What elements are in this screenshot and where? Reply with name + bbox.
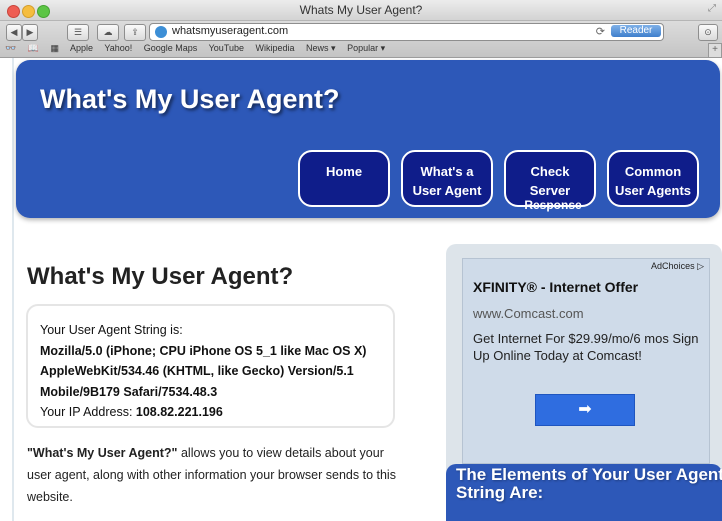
window-titlebar: Whats My User Agent? ⤢	[0, 0, 722, 21]
site-header: What's My User Agent? Home What's a User…	[16, 60, 720, 218]
user-agent-box: Your User Agent String is: Mozilla/5.0 (…	[26, 304, 395, 428]
bookmark-item[interactable]: News ▾	[306, 43, 336, 53]
ad-text: Get Internet For $29.99/mo/6 mos Sign Up…	[473, 331, 699, 363]
elements-heading: The Elements of Your User Agent String A…	[456, 465, 722, 502]
bookmark-item[interactable]: Google Maps	[144, 43, 198, 53]
bookmarks-book-icon[interactable]: 📖	[28, 43, 39, 53]
ip-value: 108.82.221.196	[135, 405, 223, 419]
right-sidebar: AdChoices ▷ XFINITY® - Internet Offer ww…	[446, 244, 722, 521]
ua-string-line: AppleWebKit/534.46 (KHTML, like Gecko) V…	[40, 364, 354, 378]
web-page: What's My User Agent? Home What's a User…	[0, 58, 722, 521]
browser-toolbar: ◀ ▶ ☰ ☁ ⇪ whatsmyuseragent.com ⟳ Reader …	[0, 21, 722, 58]
fullscreen-icon[interactable]: ⤢	[708, 3, 716, 14]
nav-label: Check	[530, 164, 570, 179]
reader-button[interactable]: Reader	[611, 25, 661, 37]
bookmark-item[interactable]: Wikipedia	[256, 43, 295, 53]
history-icon[interactable]: ☰	[67, 24, 89, 41]
ua-string-line: Mozilla/5.0 (iPhone; CPU iPhone OS 5_1 l…	[40, 343, 367, 358]
page-heading: What's My User Agent?	[27, 263, 294, 290]
nav-label: User Agents	[614, 183, 692, 198]
bookmarks-bar: 👓 📖 ▦ Apple Yahoo! Google Maps YouTube W…	[5, 43, 394, 55]
ad-url[interactable]: www.Comcast.com	[473, 306, 584, 321]
page-left-border	[12, 58, 14, 521]
bookmark-item[interactable]: Popular ▾	[347, 43, 385, 53]
ua-label: Your User Agent String is:	[40, 323, 183, 337]
nav-label: User Agent	[412, 183, 482, 198]
description-bold: "What's My User Agent?"	[27, 446, 178, 460]
top-sites-icon[interactable]: ▦	[50, 43, 59, 53]
ad-title[interactable]: XFINITY® - Internet Offer	[473, 279, 638, 295]
back-button[interactable]: ◀	[6, 24, 22, 41]
reload-icon[interactable]: ⟳	[596, 25, 605, 38]
icloud-icon[interactable]: ☁	[97, 24, 119, 41]
downloads-icon[interactable]: ⊙	[698, 24, 718, 41]
advertisement[interactable]: AdChoices ▷ XFINITY® - Internet Offer ww…	[462, 258, 710, 464]
nav-label: Common	[624, 164, 682, 179]
bookmark-item[interactable]: Apple	[70, 43, 93, 53]
reading-list-icon[interactable]: 👓	[5, 43, 16, 53]
adchoices-link[interactable]: AdChoices ▷	[651, 261, 704, 272]
site-description: "What's My User Agent?" allows you to vi…	[27, 442, 407, 508]
new-tab-button[interactable]: +	[708, 43, 722, 58]
nav-overflow-text[interactable]: Response	[503, 198, 603, 212]
forward-button[interactable]: ▶	[22, 24, 38, 41]
site-title[interactable]: What's My User Agent?	[40, 84, 339, 115]
bookmark-item[interactable]: Yahoo!	[104, 43, 132, 53]
ip-label: Your IP Address:	[40, 405, 136, 419]
bookmark-item[interactable]: YouTube	[209, 43, 244, 53]
nav-home[interactable]: Home	[298, 150, 390, 207]
nav-label: What's a	[420, 164, 474, 179]
url-text: whatsmyuseragent.com	[172, 25, 289, 37]
address-bar[interactable]: whatsmyuseragent.com ⟳ Reader	[149, 23, 664, 41]
nav-common-user-agents[interactable]: Common User Agents	[607, 150, 699, 207]
site-favicon-icon	[155, 26, 167, 38]
ad-arrow-button[interactable]: ➡	[535, 394, 635, 426]
share-icon[interactable]: ⇪	[124, 24, 146, 41]
window-title: Whats My User Agent?	[299, 3, 423, 17]
nav-whats-a-user-agent[interactable]: What's a User Agent	[401, 150, 493, 207]
nav-label: Home	[325, 164, 363, 179]
ua-string-line: Mobile/9B179 Safari/7534.48.3	[40, 384, 218, 399]
